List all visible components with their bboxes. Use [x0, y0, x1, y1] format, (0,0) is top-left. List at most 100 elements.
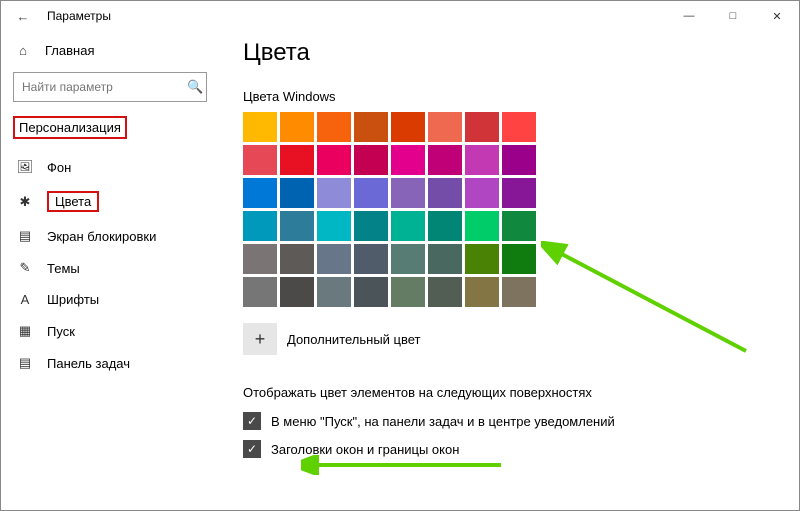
sidebar-item-label: Экран блокировки	[47, 229, 156, 244]
sidebar-item-label: Темы	[47, 261, 80, 276]
settings-window: { "window": { "title": "Параметры" }, "s…	[0, 0, 800, 511]
sidebar-item-label: Панель задач	[47, 356, 130, 371]
color-swatch[interactable]	[428, 145, 462, 175]
color-palette	[243, 112, 775, 307]
color-swatch[interactable]	[428, 112, 462, 142]
color-swatch[interactable]	[317, 145, 351, 175]
color-swatch[interactable]	[243, 145, 277, 175]
color-swatch[interactable]	[354, 112, 388, 142]
sidebar-item-taskbar[interactable]: ▤ Панель задач	[13, 347, 207, 379]
checkbox-icon: ✓	[243, 440, 261, 458]
color-swatch[interactable]	[391, 277, 425, 307]
maximize-button[interactable]: □	[711, 1, 755, 31]
sidebar-item-label: Фон	[47, 160, 71, 175]
color-swatch[interactable]	[465, 244, 499, 274]
checkbox-label: Заголовки окон и границы окон	[271, 442, 459, 457]
color-swatch[interactable]	[354, 277, 388, 307]
sidebar-item-lockscreen[interactable]: ▤ Экран блокировки	[13, 220, 207, 252]
home-link[interactable]: ⌂ Главная	[13, 39, 207, 62]
color-swatch[interactable]	[428, 178, 462, 208]
color-swatch[interactable]	[354, 244, 388, 274]
sidebar-item-label: Пуск	[47, 324, 75, 339]
minimize-button[interactable]: ―	[667, 1, 711, 31]
color-swatch[interactable]	[317, 112, 351, 142]
color-swatch[interactable]	[243, 178, 277, 208]
color-swatch[interactable]	[317, 178, 351, 208]
start-icon: ▦	[17, 323, 33, 339]
lock-screen-icon: ▤	[17, 228, 33, 244]
themes-icon: ✎	[17, 260, 33, 276]
search-icon: 🔍	[185, 79, 206, 95]
window-title: Параметры	[47, 9, 111, 23]
color-swatch[interactable]	[317, 277, 351, 307]
color-swatch[interactable]	[391, 178, 425, 208]
color-swatch[interactable]	[243, 277, 277, 307]
color-swatch[interactable]	[502, 145, 536, 175]
sidebar-item-label: Шрифты	[47, 292, 99, 307]
color-swatch[interactable]	[502, 112, 536, 142]
color-swatch[interactable]	[502, 178, 536, 208]
category-label: Персонализация	[13, 116, 127, 139]
picture-icon: 🖼	[17, 159, 33, 175]
color-swatch[interactable]	[354, 145, 388, 175]
color-swatch[interactable]	[243, 112, 277, 142]
sidebar: ⌂ Главная 🔍 Персонализация 🖼 Фон ✱ Цвета…	[1, 31, 219, 510]
checkbox-start-taskbar[interactable]: ✓ В меню "Пуск", на панели задач и в цен…	[243, 412, 775, 430]
color-swatch[interactable]	[280, 178, 314, 208]
sidebar-item-label: Цвета	[47, 191, 99, 212]
checkbox-title-bars[interactable]: ✓ Заголовки окон и границы окон	[243, 440, 775, 458]
color-swatch[interactable]	[502, 211, 536, 241]
color-swatch[interactable]	[391, 211, 425, 241]
color-swatch[interactable]	[465, 211, 499, 241]
color-swatch[interactable]	[280, 211, 314, 241]
fonts-icon: A	[17, 292, 33, 307]
color-swatch[interactable]	[354, 178, 388, 208]
window-controls: ― □ ✕	[667, 1, 799, 31]
color-swatch[interactable]	[428, 211, 462, 241]
sidebar-item-colors[interactable]: ✱ Цвета	[13, 183, 207, 220]
surfaces-label: Отображать цвет элементов на следующих п…	[243, 385, 775, 400]
color-swatch[interactable]	[502, 277, 536, 307]
plus-icon: +	[243, 323, 277, 355]
checkbox-icon: ✓	[243, 412, 261, 430]
color-swatch[interactable]	[391, 112, 425, 142]
content-area: Цвета Цвета Windows + Дополнительный цве…	[219, 31, 799, 510]
color-swatch[interactable]	[391, 244, 425, 274]
color-swatch[interactable]	[243, 244, 277, 274]
color-swatch[interactable]	[280, 277, 314, 307]
color-swatch[interactable]	[428, 277, 462, 307]
taskbar-icon: ▤	[17, 355, 33, 371]
palette-label: Цвета Windows	[243, 89, 775, 104]
color-swatch[interactable]	[465, 277, 499, 307]
title-bar: ← Параметры ― □ ✕	[1, 1, 799, 31]
window-body: ⌂ Главная 🔍 Персонализация 🖼 Фон ✱ Цвета…	[1, 31, 799, 510]
home-label: Главная	[45, 43, 94, 58]
add-color-label: Дополнительный цвет	[287, 332, 421, 347]
palette-icon: ✱	[17, 194, 33, 210]
color-swatch[interactable]	[317, 211, 351, 241]
color-swatch[interactable]	[280, 145, 314, 175]
sidebar-item-themes[interactable]: ✎ Темы	[13, 252, 207, 284]
color-swatch[interactable]	[428, 244, 462, 274]
close-button[interactable]: ✕	[755, 1, 799, 31]
color-swatch[interactable]	[354, 211, 388, 241]
color-swatch[interactable]	[502, 244, 536, 274]
sidebar-item-start[interactable]: ▦ Пуск	[13, 315, 207, 347]
search-box[interactable]: 🔍	[13, 72, 207, 102]
nav-list: 🖼 Фон ✱ Цвета ▤ Экран блокировки ✎ Темы …	[13, 151, 207, 379]
checkbox-label: В меню "Пуск", на панели задач и в центр…	[271, 414, 615, 429]
color-swatch[interactable]	[280, 112, 314, 142]
add-color-row[interactable]: + Дополнительный цвет	[243, 323, 775, 355]
color-swatch[interactable]	[280, 244, 314, 274]
color-swatch[interactable]	[317, 244, 351, 274]
sidebar-item-background[interactable]: 🖼 Фон	[13, 151, 207, 183]
page-heading: Цвета	[243, 39, 775, 67]
search-input[interactable]	[14, 80, 185, 94]
sidebar-item-fonts[interactable]: A Шрифты	[13, 284, 207, 315]
color-swatch[interactable]	[465, 145, 499, 175]
color-swatch[interactable]	[391, 145, 425, 175]
color-swatch[interactable]	[243, 211, 277, 241]
color-swatch[interactable]	[465, 112, 499, 142]
color-swatch[interactable]	[465, 178, 499, 208]
back-icon[interactable]: ←	[13, 9, 33, 24]
